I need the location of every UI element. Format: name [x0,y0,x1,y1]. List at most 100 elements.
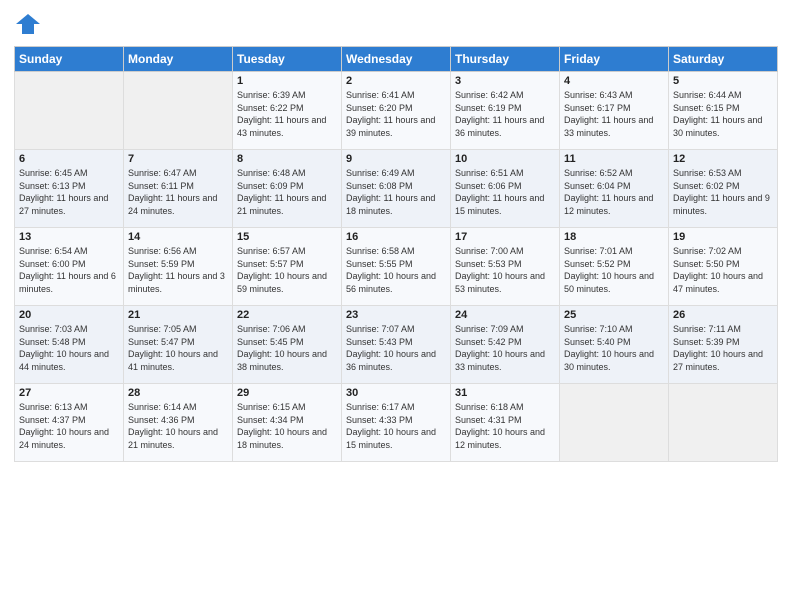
day-number: 16 [346,231,446,243]
day-info: Sunrise: 6:42 AM Sunset: 6:19 PM Dayligh… [455,89,555,139]
day-number: 18 [564,231,664,243]
day-number: 28 [128,387,228,399]
day-number: 2 [346,75,446,87]
day-of-week-header: Monday [124,47,233,72]
calendar-cell: 26Sunrise: 7:11 AM Sunset: 5:39 PM Dayli… [669,306,778,384]
calendar-header-row: SundayMondayTuesdayWednesdayThursdayFrid… [15,47,778,72]
day-info: Sunrise: 6:43 AM Sunset: 6:17 PM Dayligh… [564,89,664,139]
day-info: Sunrise: 6:45 AM Sunset: 6:13 PM Dayligh… [19,167,119,217]
page-header [14,10,778,38]
day-info: Sunrise: 6:52 AM Sunset: 6:04 PM Dayligh… [564,167,664,217]
day-info: Sunrise: 6:14 AM Sunset: 4:36 PM Dayligh… [128,401,228,451]
day-number: 27 [19,387,119,399]
day-of-week-header: Friday [560,47,669,72]
calendar-cell: 24 Sunrise: 7:09 AM Sunset: 5:42 PM Dayli… [451,306,560,384]
day-info: Sunrise: 7:00 AM Sunset: 5:53 PM Dayligh… [455,245,555,295]
day-info: Sunrise: 6:56 AM Sunset: 5:59 PM Dayligh… [128,245,228,295]
day-number: 31 [455,387,555,399]
calendar-cell: 8Sunrise: 6:48 AM Sunset: 6:09 PM Daylig… [233,150,342,228]
calendar-cell: 7 Sunrise: 6:47 AM Sunset: 6:11 PM Daylig… [124,150,233,228]
calendar-cell: 6 Sunrise: 6:45 AM Sunset: 6:13 PM Daylig… [15,150,124,228]
calendar-cell: 19Sunrise: 7:02 AM Sunset: 5:50 PM Dayli… [669,228,778,306]
calendar-cell: 17 Sunrise: 7:00 AM Sunset: 5:53 PM Dayli… [451,228,560,306]
logo-icon [14,10,42,38]
calendar-cell: 21Sunrise: 7:05 AM Sunset: 5:47 PM Dayli… [124,306,233,384]
day-info: Sunrise: 6:17 AM Sunset: 4:33 PM Dayligh… [346,401,446,451]
calendar-week-row: 27 Sunrise: 6:13 AM Sunset: 4:37 PM Dayli… [15,384,778,462]
calendar-cell: 31 Sunrise: 6:18 AM Sunset: 4:31 PM Dayli… [451,384,560,462]
day-number: 7 [128,153,228,165]
calendar-cell: 16Sunrise: 6:58 AM Sunset: 5:55 PM Dayli… [342,228,451,306]
day-info: Sunrise: 7:02 AM Sunset: 5:50 PM Dayligh… [673,245,773,295]
calendar-cell: 18Sunrise: 7:01 AM Sunset: 5:52 PM Dayli… [560,228,669,306]
day-of-week-header: Sunday [15,47,124,72]
calendar-cell: 10 Sunrise: 6:51 AM Sunset: 6:06 PM Dayli… [451,150,560,228]
day-number: 22 [237,309,337,321]
day-number: 11 [564,153,664,165]
day-number: 23 [346,309,446,321]
calendar-cell: 3 Sunrise: 6:42 AM Sunset: 6:19 PM Daylig… [451,72,560,150]
day-info: Sunrise: 7:03 AM Sunset: 5:48 PM Dayligh… [19,323,119,373]
day-number: 14 [128,231,228,243]
day-info: Sunrise: 6:53 AM Sunset: 6:02 PM Dayligh… [673,167,773,217]
day-of-week-header: Thursday [451,47,560,72]
day-info: Sunrise: 7:06 AM Sunset: 5:45 PM Dayligh… [237,323,337,373]
day-number: 25 [564,309,664,321]
day-number: 17 [455,231,555,243]
day-info: Sunrise: 6:41 AM Sunset: 6:20 PM Dayligh… [346,89,446,139]
calendar-cell: 29Sunrise: 6:15 AM Sunset: 4:34 PM Dayli… [233,384,342,462]
calendar-week-row: 13Sunrise: 6:54 AM Sunset: 6:00 PM Dayli… [15,228,778,306]
day-info: Sunrise: 6:49 AM Sunset: 6:08 PM Dayligh… [346,167,446,217]
calendar-cell: 2 Sunrise: 6:41 AM Sunset: 6:20 PM Daylig… [342,72,451,150]
calendar-cell [15,72,124,150]
calendar-cell: 4 Sunrise: 6:43 AM Sunset: 6:17 PM Daylig… [560,72,669,150]
day-number: 24 [455,309,555,321]
day-number: 5 [673,75,773,87]
calendar-cell: 11 Sunrise: 6:52 AM Sunset: 6:04 PM Dayli… [560,150,669,228]
day-of-week-header: Tuesday [233,47,342,72]
calendar-cell: 30 Sunrise: 6:17 AM Sunset: 4:33 PM Dayli… [342,384,451,462]
day-number: 12 [673,153,773,165]
calendar-cell: 5Sunrise: 6:44 AM Sunset: 6:15 PM Daylig… [669,72,778,150]
day-number: 1 [237,75,337,87]
calendar-cell [124,72,233,150]
day-info: Sunrise: 6:48 AM Sunset: 6:09 PM Dayligh… [237,167,337,217]
day-number: 4 [564,75,664,87]
day-number: 6 [19,153,119,165]
page-container: SundayMondayTuesdayWednesdayThursdayFrid… [0,0,792,472]
calendar-cell [560,384,669,462]
calendar-cell [669,384,778,462]
calendar-cell: 20 Sunrise: 7:03 AM Sunset: 5:48 PM Dayli… [15,306,124,384]
calendar-cell: 25 Sunrise: 7:10 AM Sunset: 5:40 PM Dayli… [560,306,669,384]
day-info: Sunrise: 7:10 AM Sunset: 5:40 PM Dayligh… [564,323,664,373]
day-info: Sunrise: 6:13 AM Sunset: 4:37 PM Dayligh… [19,401,119,451]
day-number: 21 [128,309,228,321]
day-number: 20 [19,309,119,321]
day-of-week-header: Saturday [669,47,778,72]
calendar-week-row: 1 Sunrise: 6:39 AM Sunset: 6:22 PM Daylig… [15,72,778,150]
day-number: 26 [673,309,773,321]
calendar-week-row: 20 Sunrise: 7:03 AM Sunset: 5:48 PM Dayli… [15,306,778,384]
day-number: 30 [346,387,446,399]
day-info: Sunrise: 7:09 AM Sunset: 5:42 PM Dayligh… [455,323,555,373]
day-number: 3 [455,75,555,87]
calendar-cell: 13Sunrise: 6:54 AM Sunset: 6:00 PM Dayli… [15,228,124,306]
day-info: Sunrise: 6:57 AM Sunset: 5:57 PM Dayligh… [237,245,337,295]
calendar-cell: 15Sunrise: 6:57 AM Sunset: 5:57 PM Dayli… [233,228,342,306]
calendar-cell: 9Sunrise: 6:49 AM Sunset: 6:08 PM Daylig… [342,150,451,228]
calendar-cell: 14 Sunrise: 6:56 AM Sunset: 5:59 PM Dayli… [124,228,233,306]
calendar-table: SundayMondayTuesdayWednesdayThursdayFrid… [14,46,778,462]
day-info: Sunrise: 6:18 AM Sunset: 4:31 PM Dayligh… [455,401,555,451]
day-info: Sunrise: 6:15 AM Sunset: 4:34 PM Dayligh… [237,401,337,451]
logo [14,10,46,38]
day-info: Sunrise: 6:51 AM Sunset: 6:06 PM Dayligh… [455,167,555,217]
day-of-week-header: Wednesday [342,47,451,72]
calendar-cell: 12 Sunrise: 6:53 AM Sunset: 6:02 PM Dayli… [669,150,778,228]
calendar-cell: 27 Sunrise: 6:13 AM Sunset: 4:37 PM Dayli… [15,384,124,462]
calendar-week-row: 6 Sunrise: 6:45 AM Sunset: 6:13 PM Daylig… [15,150,778,228]
day-number: 10 [455,153,555,165]
calendar-cell: 23Sunrise: 7:07 AM Sunset: 5:43 PM Dayli… [342,306,451,384]
day-info: Sunrise: 6:54 AM Sunset: 6:00 PM Dayligh… [19,245,119,295]
day-info: Sunrise: 6:47 AM Sunset: 6:11 PM Dayligh… [128,167,228,217]
day-info: Sunrise: 6:39 AM Sunset: 6:22 PM Dayligh… [237,89,337,139]
